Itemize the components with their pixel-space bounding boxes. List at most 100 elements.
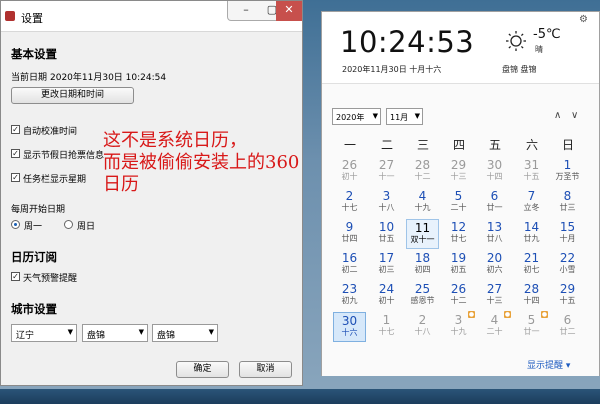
current-date-label: 当前日期 <box>11 73 48 83</box>
calendar-day-cell[interactable]: 30 十四 <box>478 157 511 187</box>
calendar-day-cell[interactable]: 1 万圣节 <box>551 157 584 187</box>
city-settings-heading: 城市设置 <box>11 302 57 316</box>
calendar-day-cell[interactable]: 5 廿一 ● <box>515 311 548 342</box>
calendar-day-cell[interactable]: 6 廿一 <box>478 188 511 218</box>
holiday-ticket-label[interactable]: 显示节假日抢票信息 <box>23 148 104 161</box>
weekday-label: 日 <box>561 138 574 152</box>
auto-sync-checkbox[interactable]: ✓ <box>11 125 20 134</box>
calendar-day-cell[interactable]: 13 廿八 <box>478 219 511 249</box>
weekday-label: 六 <box>525 138 538 152</box>
calendar-day-cell[interactable]: 11 双十一 <box>406 219 439 249</box>
calendar-day-cell[interactable]: 5 二十 <box>442 188 475 218</box>
calendar-day-cell[interactable]: 1 十七 <box>370 312 403 342</box>
show-reminders-link[interactable]: 显示提醒 ▾ <box>527 358 570 371</box>
month-select[interactable]: 11月 ▼ <box>386 108 423 125</box>
monday-radio[interactable] <box>11 220 20 229</box>
ok-button[interactable]: 确定 <box>176 361 229 378</box>
calendar-day-cell[interactable]: 17 初三 <box>370 250 403 280</box>
calendar-day-cell[interactable]: 26 十二 <box>442 281 475 311</box>
calendar-day-cell[interactable]: 10 廿五 <box>370 219 403 249</box>
weekday-label: 四 <box>452 138 465 152</box>
calendar-day-cell[interactable]: 27 十一 <box>370 157 403 187</box>
year-select[interactable]: 2020年 ▼ <box>332 108 381 125</box>
calendar-day-cell[interactable]: 29 十三 <box>442 157 475 187</box>
calendar-day-cell[interactable]: 12 廿七 <box>442 219 475 249</box>
calendar-day-cell[interactable]: 19 初五 <box>442 250 475 280</box>
taskbar-week-checkbox[interactable]: ✓ <box>11 173 20 182</box>
calendar-day-cell[interactable]: 30 十六 <box>333 312 366 342</box>
calendar-day-cell[interactable]: 28 十二 <box>406 157 439 187</box>
calendar-day-cell[interactable]: 4 十九 <box>406 188 439 218</box>
auto-sync-label[interactable]: 自动校准时间 <box>23 124 77 137</box>
dialog-titlebar[interactable]: 设置 – ▢ ✕ <box>1 1 302 32</box>
close-icon[interactable]: ✕ <box>276 1 302 21</box>
calendar-day-cell[interactable]: 20 初六 <box>478 250 511 280</box>
annotation-text: 这不是系统日历， 而是被偷偷安装上的360 日历 <box>103 130 299 196</box>
holiday-badge-icon: ● <box>468 311 475 318</box>
calendar-day-cell[interactable]: 3 十九 ● <box>442 311 475 342</box>
province-select[interactable]: 辽宁 ▼ <box>11 324 77 342</box>
annotation-line-3: 日历 <box>103 174 139 195</box>
calendar-body: 2020年 ▼ 11月 ▼ ∧ ∨ 一 二 三 四 五 六 日 26 初十 27 十一 28 十二 29 十三… <box>322 83 599 376</box>
calendar-day-cell[interactable]: 25 感恩节 <box>406 281 439 311</box>
weekday-label: 五 <box>488 138 501 152</box>
monday-label[interactable]: 周一 <box>24 219 42 232</box>
weekday-label: 二 <box>380 138 393 152</box>
sun-icon <box>506 31 526 51</box>
calendar-day-cell[interactable]: 16 初二 <box>333 250 366 280</box>
holiday-badge-icon: ● <box>504 311 511 318</box>
next-month-icon[interactable]: ∨ <box>571 110 578 121</box>
sunday-radio[interactable] <box>64 220 73 229</box>
annotation-line-1: 这不是系统日历， <box>103 130 247 151</box>
change-datetime-button[interactable]: 更改日期和时间 <box>11 87 134 104</box>
city-select[interactable]: 盘锦 ▼ <box>82 324 148 342</box>
weather-city: 盘锦 盘锦 <box>502 65 537 74</box>
annotation-line-2: 而是被偷偷安装上的360 <box>103 152 300 173</box>
taskbar-week-label[interactable]: 任务栏显示星期 <box>23 172 86 185</box>
clock-date: 2020年11月30日 十月十六 <box>342 65 442 74</box>
temperature: -5℃ <box>533 27 561 42</box>
calendar-day-cell[interactable]: 3 十八 <box>370 188 403 218</box>
calendar-day-cell[interactable]: 4 二十 ● <box>478 311 511 342</box>
calendar-day-cell[interactable]: 9 廿四 <box>333 219 366 249</box>
holiday-ticket-checkbox[interactable]: ✓ <box>11 149 20 158</box>
calendar-flyout: ⚙ 10:24:53 2020年11月30日 十月十六 -5℃ 晴 盘锦 盘锦 … <box>321 11 600 376</box>
sunday-label[interactable]: 周日 <box>77 219 95 232</box>
calendar-day-cell[interactable]: 2 十八 <box>406 312 439 342</box>
calendar-day-cell[interactable]: 18 初四 <box>406 250 439 280</box>
calendar-day-cell[interactable]: 2 十七 <box>333 188 366 218</box>
calendar-day-cell[interactable]: 28 十四 <box>515 281 548 311</box>
calendar-day-cell[interactable]: 24 初十 <box>370 281 403 311</box>
taskbar <box>0 389 600 404</box>
weather-alert-label[interactable]: 天气预警提醒 <box>23 271 77 284</box>
prev-month-icon[interactable]: ∧ <box>554 110 561 121</box>
weather-condition: 晴 <box>535 45 543 54</box>
district-select[interactable]: 盘锦 ▼ <box>152 324 218 342</box>
current-date-value: 2020年11月30日 10:24:54 <box>50 73 167 83</box>
calendar-day-cell[interactable]: 7 立冬 <box>515 188 548 218</box>
calendar-day-cell[interactable]: 27 十三 <box>478 281 511 311</box>
calendar-day-cell[interactable]: 22 小雪 <box>551 250 584 280</box>
calendar-day-cell[interactable]: 6 廿二 <box>551 312 584 342</box>
minimize-icon[interactable]: – <box>233 1 259 21</box>
calendar-header: ⚙ 10:24:53 2020年11月30日 十月十六 -5℃ 晴 盘锦 盘锦 <box>322 12 599 82</box>
calendar-day-cell[interactable]: 15 十月 <box>551 219 584 249</box>
calendar-day-cell[interactable]: 23 初九 <box>333 281 366 311</box>
week-start-label: 每周开始日期 <box>11 205 66 215</box>
weekday-label: 一 <box>343 138 356 152</box>
dialog-title: 设置 <box>21 12 43 25</box>
holiday-badge-icon: ● <box>541 311 548 318</box>
calendar-day-cell[interactable]: 14 廿九 <box>515 219 548 249</box>
clock-time: 10:24:53 <box>340 25 475 59</box>
calendar-day-cell[interactable]: 8 廿三 <box>551 188 584 218</box>
calendar-day-cell[interactable]: 21 初七 <box>515 250 548 280</box>
cancel-button[interactable]: 取消 <box>239 361 292 378</box>
weather-alert-checkbox[interactable]: ✓ <box>11 272 20 281</box>
calendar-day-cell[interactable]: 29 十五 <box>551 281 584 311</box>
gear-icon[interactable]: ⚙ <box>579 14 588 25</box>
calendar-day-cell[interactable]: 26 初十 <box>333 157 366 187</box>
app-icon <box>5 11 15 21</box>
calendar-day-cell[interactable]: 31 十五 <box>515 157 548 187</box>
weekday-label: 三 <box>416 138 429 152</box>
calendar-subscription-heading: 日历订阅 <box>11 250 57 264</box>
